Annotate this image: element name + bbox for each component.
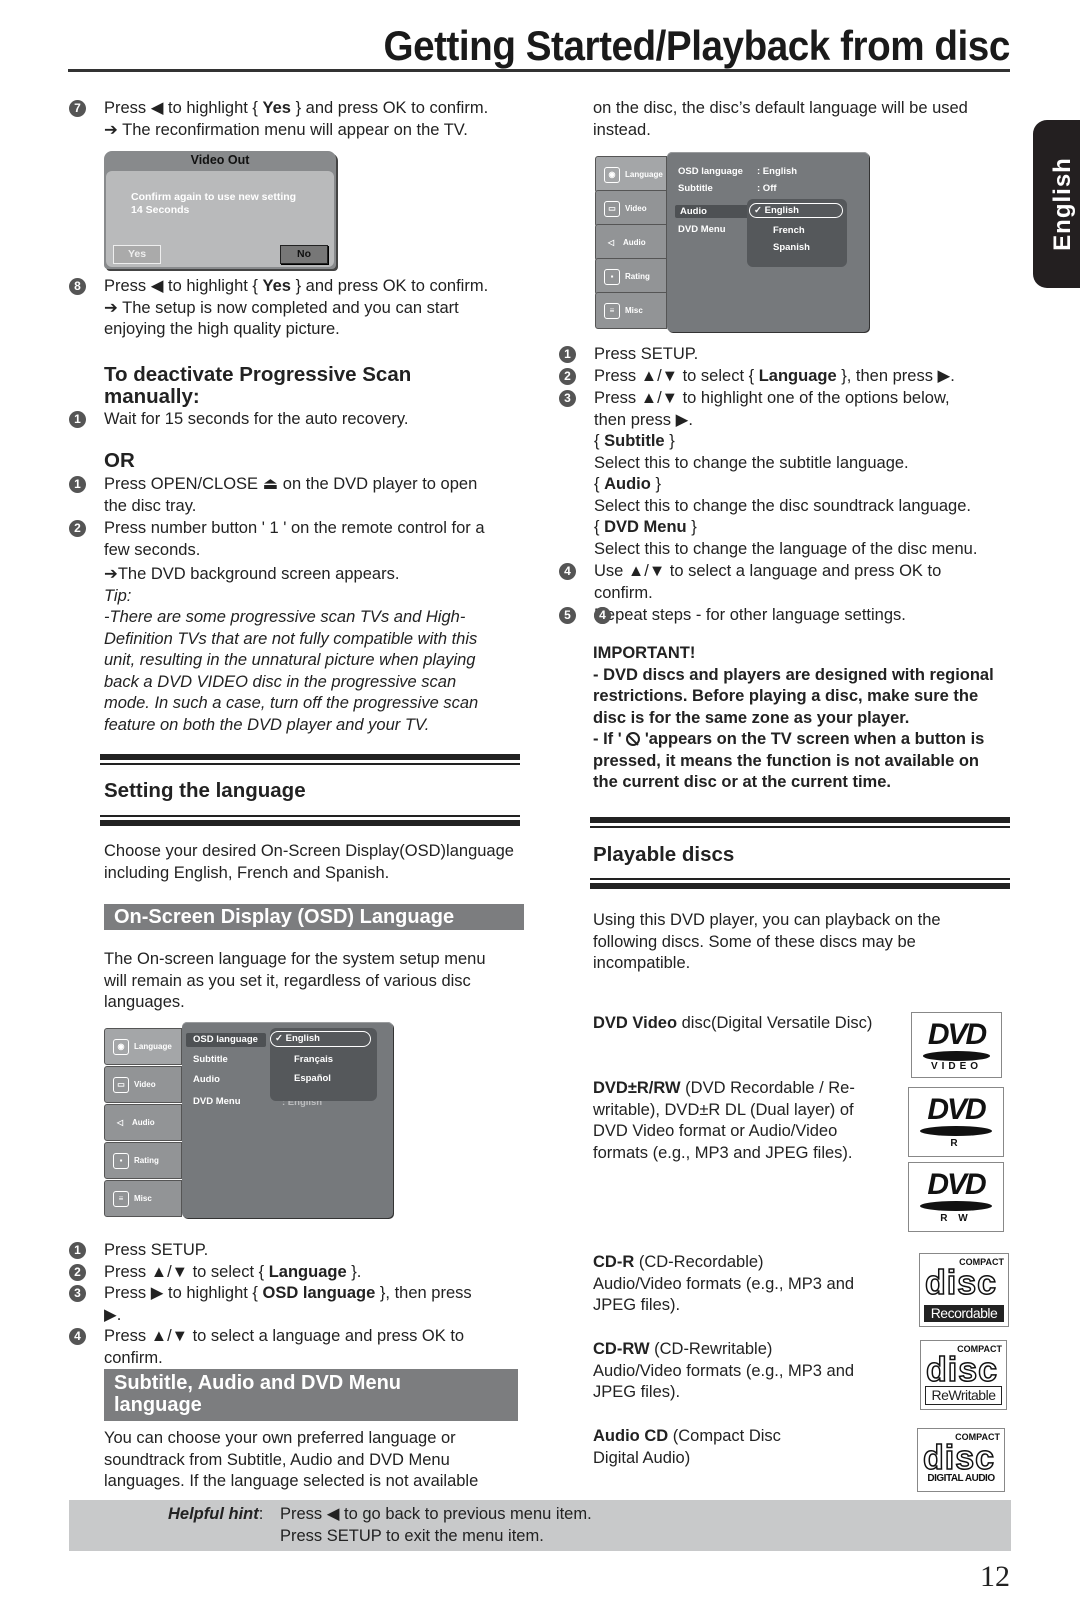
speaker-icon: ◁ xyxy=(607,237,615,247)
disc-cd-r: CD-R (CD-Recordable) Audio/Video formats… xyxy=(593,1253,855,1314)
side-tab-label: English xyxy=(1049,157,1076,251)
menu-row-subtitle: Subtitle xyxy=(193,1054,228,1065)
playable-intro: Using this DVD player, you can playback … xyxy=(593,911,941,972)
dropdown-option: Français xyxy=(294,1054,334,1065)
page-title: Getting Started/Playback from disc xyxy=(383,22,1011,69)
important-label: IMPORTANT! xyxy=(593,644,696,662)
tip-block: ➔The DVD background screen appears. Tip:… xyxy=(104,564,534,736)
video-out-dialog: Video Out Confirm again to use new setti… xyxy=(104,151,336,269)
dvd-video-logo: DVD VIDEO xyxy=(911,1012,1002,1078)
lock-icon: ▪ xyxy=(604,268,620,285)
cd-digital-audio-logo: COMPACT disc DIGITAL AUDIO xyxy=(917,1428,1005,1492)
step-number: 8 xyxy=(69,278,86,295)
menu-row-audio: Audio xyxy=(680,206,707,217)
dvd-rw-logo: DVD R W xyxy=(908,1162,1004,1232)
menu-row-osd-language: OSD language xyxy=(193,1034,258,1045)
menu-tab-language: ◉ Language xyxy=(104,1028,182,1065)
document-icon: ≡ xyxy=(113,1190,129,1207)
menu-row-subtitle: Subtitle xyxy=(678,183,713,194)
continued-text: on the disc, the disc’s default language… xyxy=(593,99,968,139)
section-rule xyxy=(100,815,520,825)
menu-tab-video: ▭ Video xyxy=(595,190,667,227)
prohibited-icon xyxy=(626,732,641,746)
video-icon: ▭ xyxy=(604,200,620,217)
menu-row-audio: Audio xyxy=(193,1074,220,1085)
menu-tab-audio: ◁ Audio xyxy=(595,224,667,261)
document-icon: ≡ xyxy=(604,302,620,319)
section-rule xyxy=(590,817,1010,833)
menu-tab-rating: ▪ Rating xyxy=(104,1142,182,1179)
dropdown-option: French xyxy=(773,225,805,236)
playable-discs-heading: Playable discs xyxy=(593,843,735,866)
menu-row-value: : Off xyxy=(757,183,777,194)
subtitle-audio-heading: Subtitle, Audio and DVD Menu language xyxy=(104,1369,518,1421)
setting-language-intro: Choose your desired On-Screen Display(OS… xyxy=(104,842,514,882)
menu-row-dvd-menu: DVD Menu xyxy=(193,1096,241,1107)
section-rule xyxy=(100,754,520,770)
osd-language-heading: On-Screen Display (OSD) Language xyxy=(104,904,524,930)
disc-dvd-rw: DVD±R/RW (DVD Recordable / Re- writable)… xyxy=(593,1079,855,1162)
hint-label: Helpful hint: xyxy=(168,1505,264,1523)
title-rule xyxy=(68,69,1010,72)
option-dvd-menu: DVD Menu xyxy=(604,518,687,536)
disc-dvd-video: DVD Video disc(Digital Versatile Disc) xyxy=(593,1014,873,1032)
menu-tab-language: ◉ Language xyxy=(595,156,667,193)
menu-tab-audio: ◁ Audio xyxy=(104,1104,182,1141)
dropdown-option: Español xyxy=(294,1073,331,1084)
video-icon: ▭ xyxy=(113,1076,129,1093)
language-icon: ◉ xyxy=(604,166,620,183)
subtitle-audio-desc: You can choose your own preferred langua… xyxy=(104,1429,479,1490)
speaker-icon: ◁ xyxy=(116,1117,124,1127)
tip-label: Tip: xyxy=(104,586,132,605)
disc-cd-rw: CD-RW (CD-Rewritable) Audio/Video format… xyxy=(593,1340,855,1401)
dropdown-option: Spanish xyxy=(773,242,810,253)
language-icon: ◉ xyxy=(113,1038,129,1055)
menu-row-osd-language: OSD language xyxy=(678,166,743,177)
setting-language-heading: Setting the language xyxy=(104,779,306,802)
important-note: IMPORTANT! - DVD discs and players are d… xyxy=(593,643,1023,794)
dialog-message: Confirm again to use new setting 14 Seco… xyxy=(131,191,297,216)
dropdown-option-selected: ✓ English xyxy=(749,203,843,218)
hint-text: Press ◀ to go back to previous menu item… xyxy=(280,1505,592,1545)
cd-rewritable-logo: COMPACT disc ReWritable xyxy=(920,1340,1007,1410)
menu-tab-video: ▭ Video xyxy=(104,1066,182,1103)
cd-recordable-logo: COMPACT disc Recordable xyxy=(919,1253,1009,1327)
menu-row-dvd-menu: DVD Menu xyxy=(678,224,726,235)
dvd-r-logo: DVD R xyxy=(908,1087,1004,1157)
language-menu-screen: ◉ Language ▭ Video ◁ Audio ▪ Rating ≡ Misc OS… xyxy=(595,152,870,332)
dialog-yes-button[interactable]: Yes xyxy=(113,245,161,264)
deactivate-heading: To deactivate Progressive Scan manually: xyxy=(104,363,412,408)
result-text: ➔The DVD background screen appears. xyxy=(104,565,400,583)
option-subtitle: Subtitle xyxy=(604,432,665,450)
option-audio: Audio xyxy=(604,475,651,493)
menu-tab-misc: ≡ Misc xyxy=(104,1180,182,1217)
menu-tab-misc: ≡ Misc xyxy=(595,292,667,329)
disc-audio-cd: Audio CD (Compact Disc Digital Audio) xyxy=(593,1427,781,1467)
or-label: OR xyxy=(104,449,135,472)
step-number: 7 xyxy=(69,100,86,117)
dialog-no-button[interactable]: No xyxy=(280,245,328,264)
section-rule xyxy=(590,878,1010,888)
osd-menu-screen: ◉ Language ▭ Video ◁ Audio ▪ Rating ≡ Misc OS… xyxy=(104,1022,394,1218)
step-result: ➔ The reconfirmation menu will appear on… xyxy=(104,120,468,139)
lock-icon: ▪ xyxy=(113,1152,129,1169)
dropdown-option-selected: ✓ English xyxy=(270,1031,371,1047)
dialog-title: Video Out xyxy=(190,153,250,167)
menu-tab-rating: ▪ Rating xyxy=(595,258,667,295)
page-number: 12 xyxy=(980,1560,1010,1593)
menu-row-value: : English xyxy=(757,166,798,177)
osd-language-desc: The On-screen language for the system se… xyxy=(104,950,486,1011)
language-side-tab: English xyxy=(1033,120,1080,288)
helpful-hint-bar: Helpful hint: Press ◀ to go back to prev… xyxy=(69,1500,1011,1551)
